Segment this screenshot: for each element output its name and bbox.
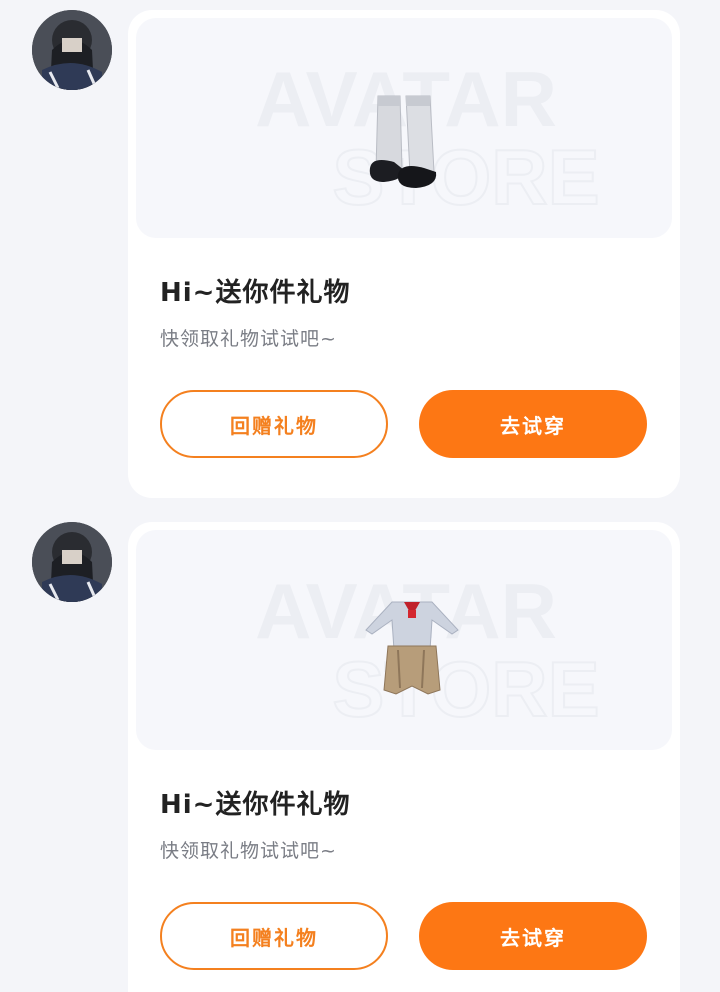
gift-card: AVATAR STORE Hi~送你件礼物 快领取礼物试试吧~ 回赠礼物 去试穿 — [128, 522, 680, 992]
gift-subtitle: 快领取礼物试试吧~ — [160, 840, 337, 862]
sender-avatar[interactable] — [32, 522, 112, 602]
try-on-button[interactable]: 去试穿 — [419, 390, 647, 458]
boots-icon — [369, 95, 437, 188]
return-gift-button[interactable]: 回赠礼物 — [160, 902, 388, 970]
sender-avatar[interactable] — [32, 10, 112, 90]
gift-subtitle: 快领取礼物试试吧~ — [160, 328, 337, 350]
gift-preview[interactable]: AVATAR STORE — [136, 18, 672, 238]
try-on-button[interactable]: 去试穿 — [419, 902, 647, 970]
gift-card: AVATAR STORE Hi~送你件礼物 快领取礼物试试吧~ 回赠礼物 去试穿 — [128, 10, 680, 498]
outfit-icon — [365, 601, 459, 695]
return-gift-button[interactable]: 回赠礼物 — [160, 390, 388, 458]
gift-title: Hi~送你件礼物 — [160, 278, 351, 308]
gift-preview[interactable]: AVATAR STORE — [136, 530, 672, 750]
gift-title: Hi~送你件礼物 — [160, 790, 351, 820]
